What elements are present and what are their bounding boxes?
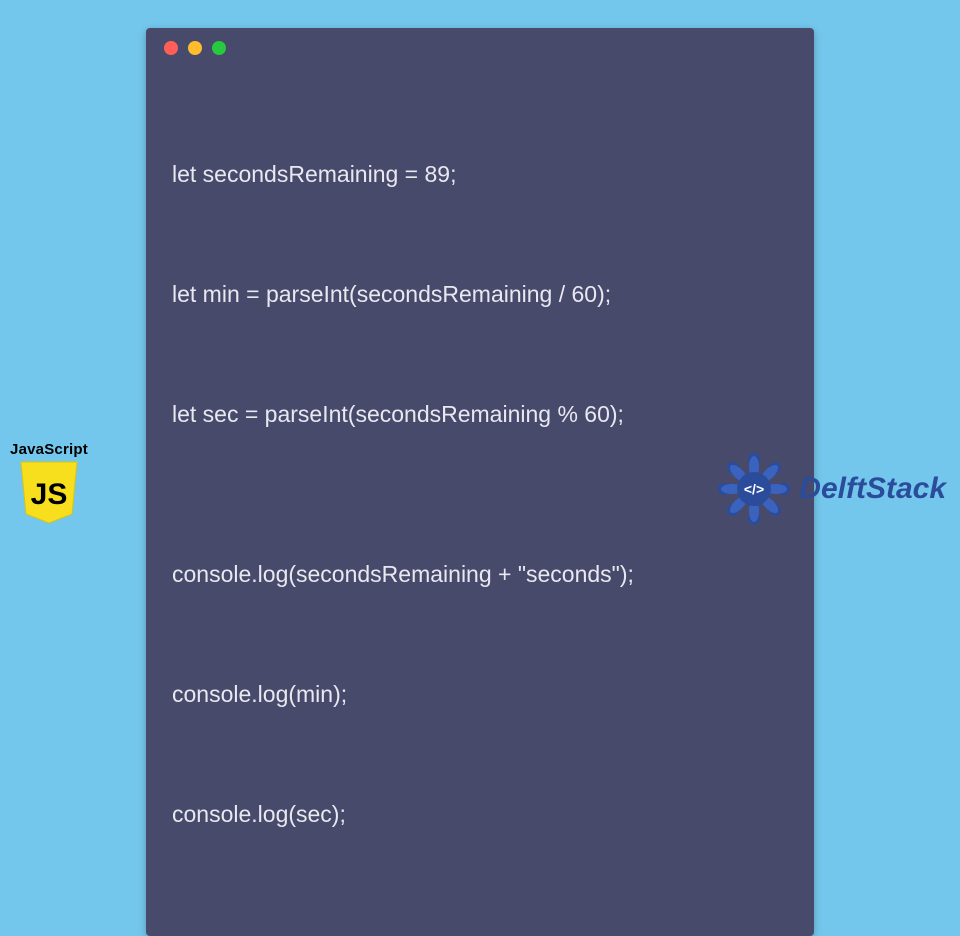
javascript-label: JavaScript <box>6 441 92 458</box>
code-window: let secondsRemaining = 89; let min = par… <box>146 28 814 936</box>
delftstack-logo-icon: </> <box>715 450 793 528</box>
delftstack-brand: </> DelftStack <box>715 450 946 528</box>
javascript-shield-icon: JS <box>18 460 80 526</box>
javascript-badge: JavaScript JS <box>6 441 92 526</box>
close-icon <box>164 41 178 55</box>
code-line: console.log(min); <box>172 674 788 714</box>
delftstack-logo-glyph: </> <box>744 481 764 497</box>
code-line: console.log(secondsRemaining + "seconds"… <box>172 554 788 594</box>
code-line: let min = parseInt(secondsRemaining / 60… <box>172 274 788 314</box>
delftstack-name: DelftStack <box>799 472 946 506</box>
code-line: let sec = parseInt(secondsRemaining % 60… <box>172 394 788 434</box>
window-titlebar <box>146 28 814 68</box>
code-line: let secondsRemaining = 89; <box>172 154 788 194</box>
code-body: let secondsRemaining = 89; let min = par… <box>146 68 814 914</box>
code-line: console.log(sec); <box>172 794 788 834</box>
minimize-icon <box>188 41 202 55</box>
js-glyph: JS <box>31 478 68 511</box>
maximize-icon <box>212 41 226 55</box>
